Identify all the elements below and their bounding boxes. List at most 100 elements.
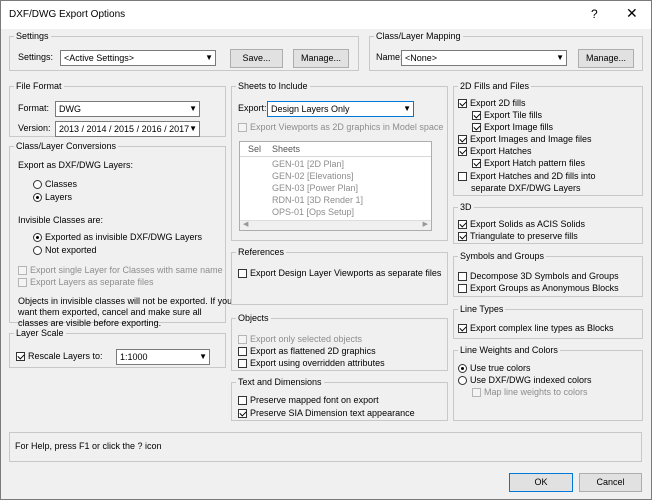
images-files-label: Export Images and Image files [470,134,592,144]
viewports-separate-checkbox[interactable]: Export Design Layer Viewports as separat… [238,268,441,278]
layers-separate-checkbox[interactable]: Export Layers as separate files [18,277,154,287]
hatch-pattern-label: Export Hatch pattern files [484,158,586,168]
sia-dimension-checkbox[interactable]: Preserve SIA Dimension text appearance [238,408,415,418]
col-sel-header: Sel [248,144,262,154]
decompose-symbols-label: Decompose 3D Symbols and Groups [470,271,619,281]
chevron-down-icon: ▼ [199,352,207,361]
mapping-group-title: Class/Layer Mapping [376,31,461,41]
mapped-font-label: Preserve mapped font on export [250,395,379,405]
hatch-pattern-checkbox[interactable]: Export Hatch pattern files [472,158,585,168]
exported-invisible-radio[interactable]: Exported as invisible DXF/DWG Layers [33,232,202,242]
cancel-button[interactable]: Cancel [579,473,642,492]
class-layer-mapping-group: Class/Layer Mapping Name: <None> ▼ Manag… [369,31,643,71]
checkbox-indicator [18,278,27,287]
fills-title: 2D Fills and Files [460,81,530,91]
complex-line-types-label: Export complex line types as Blocks [470,323,614,333]
selected-only-checkbox[interactable]: Export only selected objects [238,334,362,344]
horizontal-scrollbar[interactable]: ◀ ▶ [240,220,431,230]
true-colors-radio[interactable]: Use true colors [458,363,531,373]
list-item[interactable]: GEN-01 [2D Plan] [272,159,344,169]
format-value: DWG [59,104,81,114]
hatches-separate-label-1: Export Hatches and 2D fills into [470,171,596,181]
radio-indicator [33,246,42,255]
format-select[interactable]: DWG ▼ [55,101,200,117]
not-exported-label: Not exported [45,245,97,255]
map-line-weights-checkbox[interactable]: Map line weights to colors [472,387,588,397]
rescale-layers-checkbox[interactable]: Rescale Layers to: [16,351,103,361]
hatches-separate-layers-checkbox[interactable]: Export Hatches and 2D fills into [458,171,596,181]
chevron-down-icon: ▼ [556,53,564,62]
sia-dimension-label: Preserve SIA Dimension text appearance [250,408,415,418]
settings-label: Settings: [18,52,54,62]
acis-solids-checkbox[interactable]: Export Solids as ACIS Solids [458,219,585,229]
export-2d-fills-label: Export 2D fills [470,98,526,108]
checkbox-indicator [238,123,247,132]
checkbox-indicator [458,135,467,144]
objects-title: Objects [238,313,269,323]
chevron-down-icon: ▼ [189,124,197,133]
settings-select[interactable]: <Active Settings> ▼ [60,50,216,66]
list-item[interactable]: GEN-03 [Power Plan] [272,183,358,193]
viewports-2d-checkbox[interactable]: Export Viewports as 2D graphics in Model… [238,122,443,132]
close-icon[interactable]: ✕ [626,5,638,22]
checkbox-indicator [472,159,481,168]
layer-scale-select[interactable]: 1:1000 ▼ [116,349,210,365]
triangulate-checkbox[interactable]: Triangulate to preserve fills [458,231,578,241]
layer-scale-title: Layer Scale [16,328,64,338]
checkbox-indicator [238,359,247,368]
save-settings-button[interactable]: Save... [230,49,283,68]
references-title: References [238,247,285,257]
checkbox-indicator [458,272,467,281]
sheets-list[interactable]: Sel Sheets GEN-01 [2D Plan] GEN-02 [Elev… [239,141,432,231]
sheets-export-select[interactable]: Design Layers Only ▼ [267,101,414,117]
export-hatches-checkbox[interactable]: Export Hatches [458,146,532,156]
indexed-colors-radio[interactable]: Use DXF/DWG indexed colors [458,375,592,385]
symbols-groups-group: Symbols and Groups Decompose 3D Symbols … [453,251,643,297]
anonymous-blocks-checkbox[interactable]: Export Groups as Anonymous Blocks [458,283,619,293]
layers-radio[interactable]: Layers [33,192,72,202]
overridden-attributes-checkbox[interactable]: Export using overridden attributes [238,358,385,368]
list-item[interactable]: RDN-01 [3D Render 1] [272,195,363,205]
line-weights-colors-group: Line Weights and Colors Use true colors … [453,345,643,421]
list-item[interactable]: GEN-02 [Elevations] [272,171,354,181]
checkbox-indicator [472,388,481,397]
scroll-left-icon[interactable]: ◀ [243,220,248,228]
three-d-title: 3D [460,202,472,212]
line-weights-title: Line Weights and Colors [460,345,558,355]
checkbox-indicator [458,99,467,108]
mapped-font-checkbox[interactable]: Preserve mapped font on export [238,395,379,405]
line-types-title: Line Types [460,304,504,314]
layer-scale-group: Layer Scale Rescale Layers to: 1:1000 ▼ [9,328,226,368]
manage-mapping-button[interactable]: Manage... [578,49,634,68]
viewports-separate-label: Export Design Layer Viewports as separat… [250,268,442,278]
checkbox-indicator [18,266,27,275]
scroll-right-icon[interactable]: ▶ [423,220,428,228]
list-item[interactable]: OPS-01 [Ops Setup] [272,207,354,217]
manage-settings-button[interactable]: Manage... [293,49,349,68]
version-select[interactable]: 2013 / 2014 / 2015 / 2016 / 2017 ▼ [55,121,200,137]
help-icon[interactable]: ? [591,7,598,21]
help-text-box: For Help, press F1 or click the ? icon [9,432,642,462]
images-files-checkbox[interactable]: Export Images and Image files [458,134,592,144]
decompose-symbols-checkbox[interactable]: Decompose 3D Symbols and Groups [458,271,619,281]
image-fills-label: Export Image fills [484,122,554,132]
export-2d-fills-checkbox[interactable]: Export 2D fills [458,98,526,108]
classes-radio[interactable]: Classes [33,179,77,189]
settings-group: Settings Settings: <Active Settings> ▼ S… [9,31,359,71]
sheets-export-value: Design Layers Only [271,104,350,114]
anonymous-blocks-label: Export Groups as Anonymous Blocks [470,283,619,293]
not-exported-radio[interactable]: Not exported [33,245,97,255]
references-group: References Export Design Layer Viewports… [231,247,448,305]
mapping-name-select[interactable]: <None> ▼ [401,50,567,66]
ok-button[interactable]: OK [509,473,573,492]
complex-line-types-checkbox[interactable]: Export complex line types as Blocks [458,323,614,333]
checkbox-indicator [458,324,467,333]
tile-fills-checkbox[interactable]: Export Tile fills [472,110,542,120]
single-layer-checkbox[interactable]: Export single Layer for Classes with sam… [18,265,223,275]
line-types-group: Line Types Export complex line types as … [453,304,643,339]
image-fills-checkbox[interactable]: Export Image fills [472,122,553,132]
chevron-down-icon: ▼ [189,104,197,113]
classes-radio-label: Classes [45,179,78,189]
layer-scale-value: 1:1000 [120,352,148,362]
flattened-2d-checkbox[interactable]: Export as flattened 2D graphics [238,346,376,356]
